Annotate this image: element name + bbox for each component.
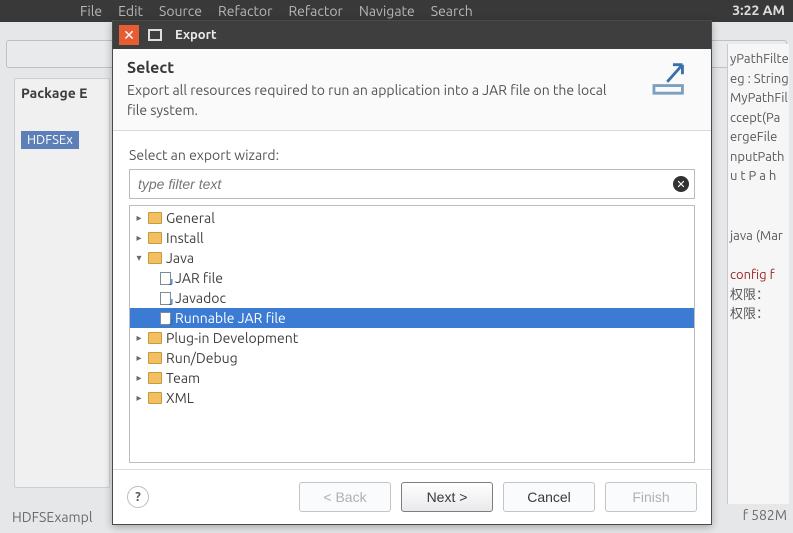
- menu-navigate[interactable]: Navigate: [359, 3, 415, 19]
- outline-line: MyPathFill: [730, 89, 787, 109]
- menu-edit[interactable]: Edit: [118, 3, 143, 19]
- system-clock: 3:22 AM: [732, 2, 785, 18]
- editor-tab-label[interactable]: HDFSExampl: [12, 509, 93, 525]
- dialog-body: Select an export wizard: ✕ ▸General ▸Ins…: [113, 131, 711, 469]
- finish-button[interactable]: Finish: [605, 482, 697, 512]
- menu-search[interactable]: Search: [431, 3, 473, 19]
- console-line: 权限：: [730, 305, 787, 325]
- dialog-title: Export: [175, 28, 217, 42]
- folder-icon: [148, 212, 162, 224]
- folder-icon: [148, 232, 162, 244]
- heap-status: f 582M: [743, 507, 787, 523]
- dialog-footer: ? < Back Next > Cancel Finish: [113, 469, 711, 524]
- clear-filter-icon[interactable]: ✕: [673, 176, 689, 192]
- folder-icon: [148, 352, 162, 364]
- package-explorer[interactable]: Package E HDFSEx: [14, 78, 110, 488]
- cancel-button[interactable]: Cancel: [503, 482, 595, 512]
- dialog-titlebar[interactable]: ✕ Export: [113, 21, 711, 49]
- console-line: 权限：: [730, 286, 787, 306]
- maximize-icon[interactable]: [145, 25, 165, 45]
- outline-line: yPathFilte: [730, 50, 787, 70]
- header-description: Export all resources required to run an …: [127, 81, 627, 120]
- tree-item-run-debug[interactable]: ▸Run/Debug: [130, 348, 694, 368]
- outline-line: ergeFile: [730, 128, 787, 148]
- dialog-header: Select Export all resources required to …: [113, 49, 711, 131]
- menu-source[interactable]: Source: [159, 3, 202, 19]
- folder-icon: [148, 372, 162, 384]
- menu-file[interactable]: File: [80, 3, 102, 19]
- wizard-tree[interactable]: ▸General ▸Install ▾Java JAR file Javadoc…: [129, 205, 695, 463]
- outline-line: eg : String: [730, 70, 787, 90]
- tree-item-install[interactable]: ▸Install: [130, 228, 694, 248]
- outline-line: nputPath: [730, 148, 787, 168]
- folder-icon: [148, 252, 162, 264]
- tree-item-javadoc[interactable]: Javadoc: [130, 288, 694, 308]
- tree-item-general[interactable]: ▸General: [130, 208, 694, 228]
- tree-item-xml[interactable]: ▸XML: [130, 388, 694, 408]
- tree-item-plugin-dev[interactable]: ▸Plug-in Development: [130, 328, 694, 348]
- folder-icon: [148, 392, 162, 404]
- filter-input[interactable]: [129, 169, 695, 199]
- outline-line: ccept(Pa: [730, 109, 787, 129]
- header-title: Select: [127, 59, 641, 77]
- tree-item-runnable-jar[interactable]: Runnable JAR file: [130, 308, 694, 328]
- folder-icon: [148, 332, 162, 344]
- project-item[interactable]: HDFSEx: [21, 131, 79, 149]
- help-icon[interactable]: ?: [127, 486, 149, 508]
- tree-item-java[interactable]: ▾Java: [130, 248, 694, 268]
- jar-icon: [160, 272, 171, 285]
- jar-icon: [160, 292, 171, 305]
- outline-line: u t P a h: [730, 167, 787, 187]
- menu-refactor-2[interactable]: Refactor: [288, 3, 342, 19]
- console-line: config f: [730, 266, 787, 286]
- menu-refactor[interactable]: Refactor: [218, 3, 272, 19]
- system-menubar: File Edit Source Refactor Refactor Navig…: [0, 0, 793, 22]
- breadcrumb-label: java (Mar: [730, 227, 787, 247]
- export-icon: [647, 59, 697, 97]
- next-button[interactable]: Next >: [401, 482, 493, 512]
- back-button[interactable]: < Back: [299, 482, 391, 512]
- tree-item-team[interactable]: ▸Team: [130, 368, 694, 388]
- jar-icon: [160, 312, 171, 325]
- outline-view: yPathFilte eg : String MyPathFill ccept(…: [727, 44, 789, 504]
- export-dialog: ✕ Export Select Export all resources req…: [112, 20, 712, 525]
- wizard-select-label: Select an export wizard:: [129, 147, 695, 163]
- package-explorer-title: Package E: [21, 85, 103, 101]
- close-icon[interactable]: ✕: [119, 25, 139, 45]
- tree-item-jar-file[interactable]: JAR file: [130, 268, 694, 288]
